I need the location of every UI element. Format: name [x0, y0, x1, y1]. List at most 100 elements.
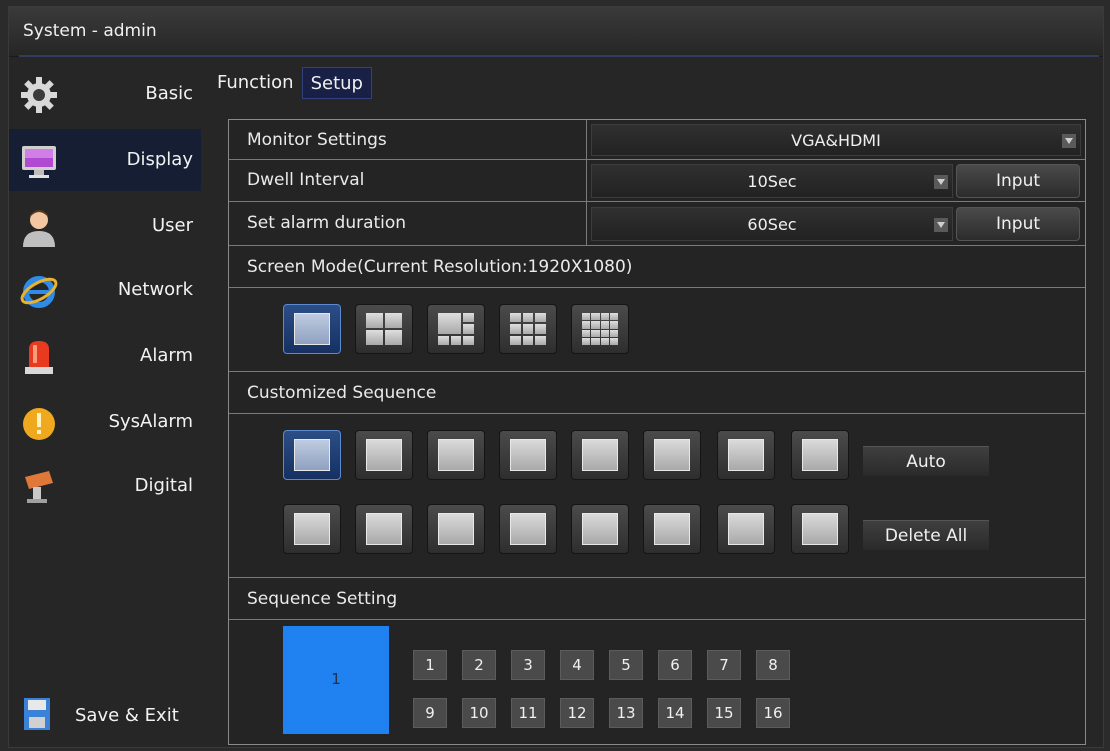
sequence-slot-7[interactable]: [717, 430, 775, 480]
channel-button-6[interactable]: 6: [658, 650, 692, 680]
sequence-slot-3[interactable]: [427, 430, 485, 480]
sidebar-item-label: Alarm: [140, 345, 193, 366]
sequence-slot-15[interactable]: [717, 504, 775, 554]
digital-camera-icon: [25, 471, 53, 503]
sequence-slot-6[interactable]: [643, 430, 701, 480]
channel-button-10[interactable]: 10: [462, 698, 496, 728]
sequence-slot-11[interactable]: [427, 504, 485, 554]
single-view-icon: [728, 439, 764, 471]
single-view-icon: [510, 439, 546, 471]
sidebar-item-label: Basic: [145, 83, 193, 104]
sequence-setting-header: Sequence Setting: [229, 578, 1085, 620]
sequence-slot-8[interactable]: [791, 430, 849, 480]
dwell-interval-input-button[interactable]: Input: [956, 164, 1080, 198]
sequence-slot-9[interactable]: [283, 504, 341, 554]
save-exit-label: Save & Exit: [75, 705, 179, 726]
tab-setup[interactable]: Setup: [301, 67, 372, 99]
sidebar-item-alarm[interactable]: Alarm: [9, 325, 201, 387]
single-view-icon: [438, 513, 474, 545]
channel-button-16[interactable]: 16: [756, 698, 790, 728]
chevron-down-icon: [934, 218, 948, 232]
system-window: System - admin Basic Display User Networ…: [8, 6, 1104, 748]
sidebar-item-user[interactable]: User: [9, 195, 201, 257]
alarm-duration-input-button[interactable]: Input: [956, 207, 1080, 241]
screen-mode-options: [229, 288, 1085, 372]
sequence-slot-4[interactable]: [499, 430, 557, 480]
channel-button-14[interactable]: 14: [658, 698, 692, 728]
sidebar-item-label: User: [151, 215, 193, 236]
row-divider: [586, 120, 587, 160]
display-setup-panel: Monitor Settings VGA&HDMI Dwell Interval…: [228, 119, 1086, 745]
alarm-duration-value: 60Sec: [747, 215, 797, 234]
alarm-duration-label: Set alarm duration: [247, 213, 407, 233]
delete-all-button[interactable]: Delete All: [863, 520, 989, 550]
monitor-settings-select[interactable]: VGA&HDMI: [591, 124, 1081, 156]
auto-button[interactable]: Auto: [863, 446, 989, 476]
screen-mode-9-split-button[interactable]: [499, 304, 557, 354]
screen-mode-header: Screen Mode(Current Resolution:1920X1080…: [229, 246, 1085, 288]
single-view-icon: [654, 439, 690, 471]
channel-button-3[interactable]: 3: [511, 650, 545, 680]
warning-icon: [23, 408, 55, 440]
alarm-duration-select[interactable]: 60Sec: [591, 207, 953, 241]
gear-icon: [21, 77, 57, 113]
sidebar-item-label: Network: [117, 279, 193, 300]
sidebar-item-sysalarm[interactable]: SysAlarm: [9, 391, 201, 453]
sidebar-item-digital[interactable]: Digital: [9, 455, 201, 517]
sequence-preview[interactable]: 1: [283, 626, 389, 734]
sequence-slot-12[interactable]: [499, 504, 557, 554]
sequence-slot-14[interactable]: [643, 504, 701, 554]
dwell-interval-value: 10Sec: [747, 172, 797, 191]
user-icon: [23, 210, 55, 247]
channel-button-2[interactable]: 2: [462, 650, 496, 680]
customized-sequence-label: Customized Sequence: [247, 383, 437, 403]
channel-button-15[interactable]: 15: [707, 698, 741, 728]
channel-button-9[interactable]: 9: [413, 698, 447, 728]
dwell-interval-label: Dwell Interval: [247, 170, 365, 190]
window-title: System - admin: [23, 21, 157, 41]
sequence-slot-2[interactable]: [355, 430, 413, 480]
dwell-interval-select[interactable]: 10Sec: [591, 164, 953, 198]
screen-mode-6-split-button[interactable]: [427, 304, 485, 354]
monitor-settings-row: Monitor Settings VGA&HDMI: [229, 120, 1085, 160]
channel-button-11[interactable]: 11: [511, 698, 545, 728]
channel-button-5[interactable]: 5: [609, 650, 643, 680]
chevron-down-icon: [934, 175, 948, 189]
single-view-icon: [510, 513, 546, 545]
channel-button-12[interactable]: 12: [560, 698, 594, 728]
single-view-icon: [728, 513, 764, 545]
single-view-icon: [582, 513, 618, 545]
sequence-slot-10[interactable]: [355, 504, 413, 554]
single-view-icon: [366, 439, 402, 471]
sidebar-item-label: SysAlarm: [108, 411, 193, 432]
screen-mode-4-split-button[interactable]: [355, 304, 413, 354]
floppy-disk-icon: [24, 698, 50, 730]
alarm-light-icon: [25, 341, 53, 374]
channel-button-7[interactable]: 7: [707, 650, 741, 680]
quad-view-icon: [366, 313, 402, 345]
channel-button-8[interactable]: 8: [756, 650, 790, 680]
single-view-icon: [654, 513, 690, 545]
sidebar-item-basic[interactable]: Basic: [9, 63, 201, 125]
row-divider: [586, 202, 587, 246]
dwell-interval-row: Dwell Interval 10Sec Input: [229, 160, 1085, 202]
monitor-settings-label: Monitor Settings: [247, 130, 387, 150]
sidebar: Basic Display User Network Alarm SysAlar…: [9, 63, 201, 749]
channel-button-13[interactable]: 13: [609, 698, 643, 728]
channel-button-1[interactable]: 1: [413, 650, 447, 680]
sidebar-item-network[interactable]: Network: [9, 259, 201, 321]
sequence-slot-5[interactable]: [571, 430, 629, 480]
sequence-slot-16[interactable]: [791, 504, 849, 554]
channel-button-4[interactable]: 4: [560, 650, 594, 680]
tab-bar: Function Setup: [209, 67, 372, 103]
sequence-slot-13[interactable]: [571, 504, 629, 554]
screen-mode-16-split-button[interactable]: [571, 304, 629, 354]
sequence-setting-label: Sequence Setting: [247, 589, 398, 609]
title-accent-line: [19, 55, 1099, 57]
save-exit-button[interactable]: Save & Exit: [17, 695, 197, 735]
sequence-slot-1[interactable]: [283, 430, 341, 480]
sidebar-item-display[interactable]: Display: [9, 129, 201, 191]
customized-sequence-header: Customized Sequence: [229, 372, 1085, 414]
screen-mode-1-split-button[interactable]: [283, 304, 341, 354]
tab-function[interactable]: Function: [209, 67, 302, 99]
